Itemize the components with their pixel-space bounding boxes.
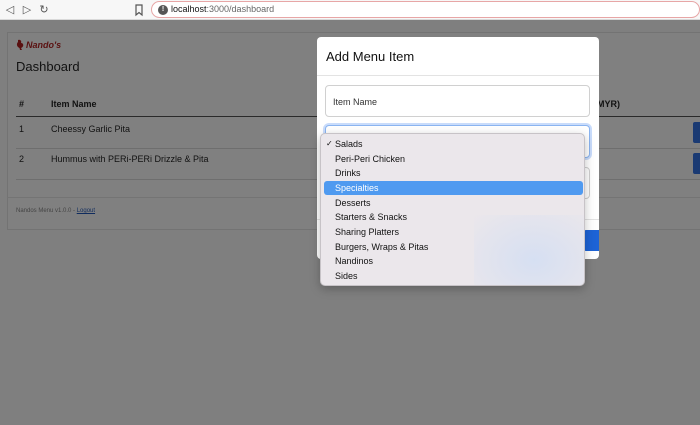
logout-link[interactable]: Logout — [77, 208, 95, 214]
row-1-number: 1 — [19, 124, 25, 134]
row-1-action-button[interactable] — [693, 122, 700, 143]
option-specialties[interactable]: Specialties — [324, 181, 583, 195]
checkmark-icon: ✓ — [326, 139, 333, 148]
category-dropdown-list: ✓ Salads Peri-Peri Chicken Drinks Special… — [320, 133, 585, 286]
page-title: Dashboard — [16, 59, 80, 74]
item-name-placeholder: Item Name — [333, 97, 378, 107]
column-header-item-name: Item Name — [51, 99, 97, 109]
option-nandinos[interactable]: Nandinos — [324, 254, 583, 268]
row-2-action-button[interactable] — [693, 153, 700, 174]
footer-version: Nandos Menu v1.0.0 - — [16, 208, 77, 214]
back-icon[interactable]: ◁ — [2, 2, 18, 18]
chicken-logo-icon — [16, 39, 24, 50]
bookmark-icon[interactable] — [133, 2, 145, 18]
option-burgers-wraps-pitas[interactable]: Burgers, Wraps & Pitas — [324, 240, 583, 254]
option-salads[interactable]: ✓ Salads — [324, 137, 583, 151]
option-sharing-platters[interactable]: Sharing Platters — [324, 225, 583, 239]
forward-icon[interactable]: ▷ — [19, 2, 35, 18]
column-header-price: MYR) — [597, 99, 620, 109]
url-text: localhost:3000/dashboard — [171, 4, 275, 14]
row-1-item-name: Cheessy Garlic Pita — [51, 124, 131, 134]
footer: Nandos Menu v1.0.0 - Logout — [16, 208, 95, 214]
option-desserts[interactable]: Desserts — [324, 196, 583, 210]
info-icon[interactable]: ! — [158, 5, 168, 15]
browser-toolbar: ◁ ▷ ↻ ! localhost:3000/dashboard — [0, 0, 700, 20]
submit-button[interactable] — [583, 230, 599, 251]
reload-icon[interactable]: ↻ — [36, 2, 52, 18]
modal-header-divider — [317, 75, 599, 76]
nandos-logo: Nando's — [16, 39, 61, 50]
modal-title: Add Menu Item — [326, 49, 415, 64]
option-peri-peri-chicken[interactable]: Peri-Peri Chicken — [324, 152, 583, 166]
column-header-number: # — [19, 99, 25, 109]
row-2-item-name: Hummus with PERi-PERi Drizzle & Pita — [51, 154, 209, 164]
option-drinks[interactable]: Drinks — [324, 166, 583, 180]
row-2-number: 2 — [19, 154, 25, 164]
item-name-input[interactable]: Item Name — [325, 85, 590, 117]
option-sides[interactable]: Sides — [324, 269, 583, 283]
option-starters-snacks[interactable]: Starters & Snacks — [324, 210, 583, 224]
address-bar[interactable]: ! localhost:3000/dashboard — [151, 1, 700, 18]
